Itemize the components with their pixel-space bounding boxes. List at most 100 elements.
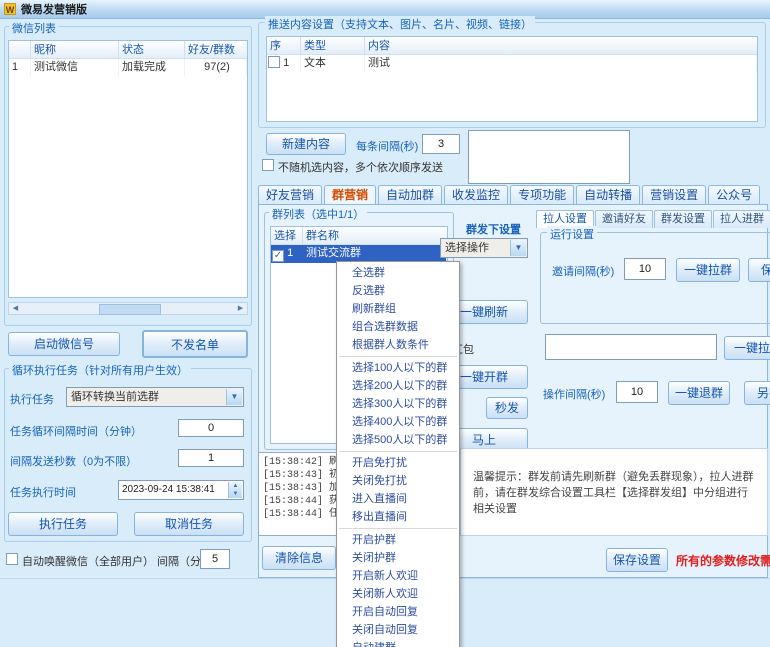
tab-auto-forward[interactable]: 自动转播: [576, 185, 640, 205]
op-interval-label: 操作间隔(秒): [543, 386, 605, 402]
group-row-index: 1: [287, 247, 293, 259]
fast-send-button[interactable]: 秒发: [486, 397, 528, 419]
account-row[interactable]: 1 测试微信 加载完成 97(2): [9, 59, 247, 77]
app-window: W 微易发营销版 微信列表 昵称 状态 好友/群数 1 测试微信 加载完成 97…: [0, 0, 770, 647]
menu-item-autoreply-off[interactable]: 关闭自动回复: [337, 621, 459, 639]
menu-item-autoreply-on[interactable]: 开启自动回复: [337, 603, 459, 621]
menu-item-welcome-on[interactable]: 开启新人欢迎: [337, 567, 459, 585]
quit-group-button[interactable]: 一键退群: [668, 381, 730, 405]
random-checkbox[interactable]: [262, 159, 274, 171]
menu-item-mute-on[interactable]: 开启免打扰: [337, 454, 459, 472]
group-context-menu: 全选群 反选群 刷新群组 组合选群数据 根据群人数条件 选择100人以下的群 选…: [336, 261, 460, 647]
content-table-header: 序 类型 内容: [267, 37, 757, 55]
nosend-list-button[interactable]: 不发名单: [142, 330, 248, 358]
exec-task-value: 循环转换当前选群: [71, 391, 159, 403]
tab-monitor[interactable]: 收发监控: [444, 185, 508, 205]
account-hscrollbar[interactable]: ◀ ▶: [8, 302, 248, 315]
target-field-input[interactable]: [545, 334, 717, 360]
menu-item-invert-selection[interactable]: 反选群: [337, 282, 459, 300]
account-col-status: 状态: [119, 41, 185, 59]
tab-friend-marketing[interactable]: 好友营销: [258, 185, 322, 205]
group-col-name: 群名称: [303, 227, 447, 245]
operation-dropdown[interactable]: 选择操作 ▼: [440, 238, 528, 258]
tab-official-account[interactable]: 公众号: [708, 185, 760, 205]
scroll-left-arrow[interactable]: ◀: [9, 303, 22, 314]
content-row[interactable]: 1 文本 测试: [267, 55, 757, 73]
group-row-checkbox[interactable]: ✓: [272, 250, 284, 262]
run-task-button[interactable]: 执行任务: [8, 512, 118, 536]
pull-friend-button[interactable]: 一键拉好友: [724, 336, 770, 360]
menu-item-mute-off[interactable]: 关闭免打扰: [337, 472, 459, 490]
loop-interval-label: 任务循环间隔时间（分钟）: [10, 423, 142, 439]
menu-item-guard-on[interactable]: 开启护群: [337, 531, 459, 549]
new-content-button[interactable]: 新建内容: [266, 133, 346, 155]
task-panel-title: 循环执行任务（针对所有用户生效）: [9, 362, 191, 378]
menu-item-guard-off[interactable]: 关闭护群: [337, 549, 459, 567]
scroll-right-arrow[interactable]: ▶: [234, 303, 247, 314]
menu-item-by-member-count[interactable]: 根据群人数条件: [337, 336, 459, 354]
time-spinner-icon[interactable]: ▲▼: [228, 482, 242, 498]
start-wechat-button[interactable]: 启动微信号: [8, 332, 120, 356]
menu-item-under-500[interactable]: 选择500人以下的群: [337, 431, 459, 449]
loop-interval-input[interactable]: [178, 419, 244, 437]
subtab-send-settings[interactable]: 群发设置: [654, 210, 712, 228]
content-table[interactable]: 序 类型 内容 1 文本 测试: [266, 36, 758, 122]
menu-separator: [339, 451, 457, 452]
tab-marketing-settings[interactable]: 营销设置: [642, 185, 706, 205]
wake-checkbox[interactable]: [6, 553, 18, 565]
menu-item-under-100[interactable]: 选择100人以下的群: [337, 359, 459, 377]
gap-input[interactable]: [422, 134, 460, 154]
menu-item-enter-live[interactable]: 进入直播间: [337, 490, 459, 508]
account-row-status: 加载完成: [119, 59, 185, 76]
op-interval-input[interactable]: [616, 381, 658, 403]
scroll-thumb[interactable]: [99, 304, 161, 315]
tab-group-marketing[interactable]: 群营销: [324, 185, 376, 205]
chevron-down-icon[interactable]: ▼: [510, 240, 526, 256]
content-panel-title: 推送内容设置（支持文本、图片、名片、视频、链接）: [265, 16, 535, 32]
exec-task-dropdown[interactable]: 循环转换当前选群 ▼: [66, 387, 244, 407]
subtab-invite-friends[interactable]: 邀请好友: [595, 210, 653, 228]
account-table[interactable]: 昵称 状态 好友/群数 1 测试微信 加载完成 97(2): [8, 40, 248, 298]
content-row-checkbox[interactable]: [268, 56, 280, 68]
save-as-button[interactable]: 另存: [744, 381, 770, 405]
send-speed-input[interactable]: [178, 449, 244, 467]
save-settings-button[interactable]: 保存设置: [606, 548, 668, 572]
operation-dropdown-value: 选择操作: [445, 242, 489, 254]
task-time-input[interactable]: 2023-09-24 15:38:41 ▲▼: [118, 480, 244, 500]
menu-separator: [339, 356, 457, 357]
tab-special[interactable]: 专项功能: [510, 185, 574, 205]
group-row-name: 测试交流群: [303, 245, 447, 262]
main-tabbar: 好友营销 群营销 自动加群 收发监控 专项功能 自动转播 营销设置 公众号: [258, 185, 770, 205]
menu-item-select-all[interactable]: 全选群: [337, 264, 459, 282]
tab-auto-join[interactable]: 自动加群: [378, 185, 442, 205]
menu-item-under-300[interactable]: 选择300人以下的群: [337, 395, 459, 413]
clear-log-button[interactable]: 清除信息: [262, 546, 336, 570]
group-col-select: 选择: [271, 227, 303, 245]
wake-interval-input[interactable]: [200, 549, 230, 569]
setup-label: 群发下设置: [466, 221, 521, 237]
invite-interval-input[interactable]: [624, 258, 666, 280]
menu-item-auto-create[interactable]: 自动建群: [337, 639, 459, 647]
wake-label: 自动唤醒微信（全部用户） 间隔（分钟）: [22, 553, 223, 569]
menu-item-leave-live[interactable]: 移出直播间: [337, 508, 459, 526]
menu-item-welcome-off[interactable]: 关闭新人欢迎: [337, 585, 459, 603]
account-row-count: 97(2): [185, 59, 247, 76]
exec-task-label: 执行任务: [10, 391, 54, 407]
content-col-body: 内容: [365, 37, 757, 55]
account-col-count: 好友/群数: [185, 41, 247, 59]
account-table-header: 昵称 状态 好友/群数: [9, 41, 247, 59]
chevron-down-icon[interactable]: ▼: [226, 389, 242, 405]
menu-item-under-400[interactable]: 选择400人以下的群: [337, 413, 459, 431]
group-table-header: 选择 群名称: [271, 227, 447, 245]
subtab-pull-into-group[interactable]: 拉人进群: [713, 210, 770, 228]
menu-item-refresh-groups[interactable]: 刷新群组: [337, 300, 459, 318]
menu-item-under-200[interactable]: 选择200人以下的群: [337, 377, 459, 395]
task-time-value: 2023-09-24 15:38:41: [122, 484, 215, 495]
content-preview-box[interactable]: [468, 130, 630, 184]
menu-item-combine-data[interactable]: 组合选群数据: [337, 318, 459, 336]
pull-group-button[interactable]: 一键拉群: [676, 258, 740, 282]
content-col-index: 序: [267, 37, 301, 55]
content-row-index: 1: [283, 57, 289, 69]
cancel-task-button[interactable]: 取消任务: [134, 512, 244, 536]
save-small-button[interactable]: 保存: [748, 258, 770, 282]
